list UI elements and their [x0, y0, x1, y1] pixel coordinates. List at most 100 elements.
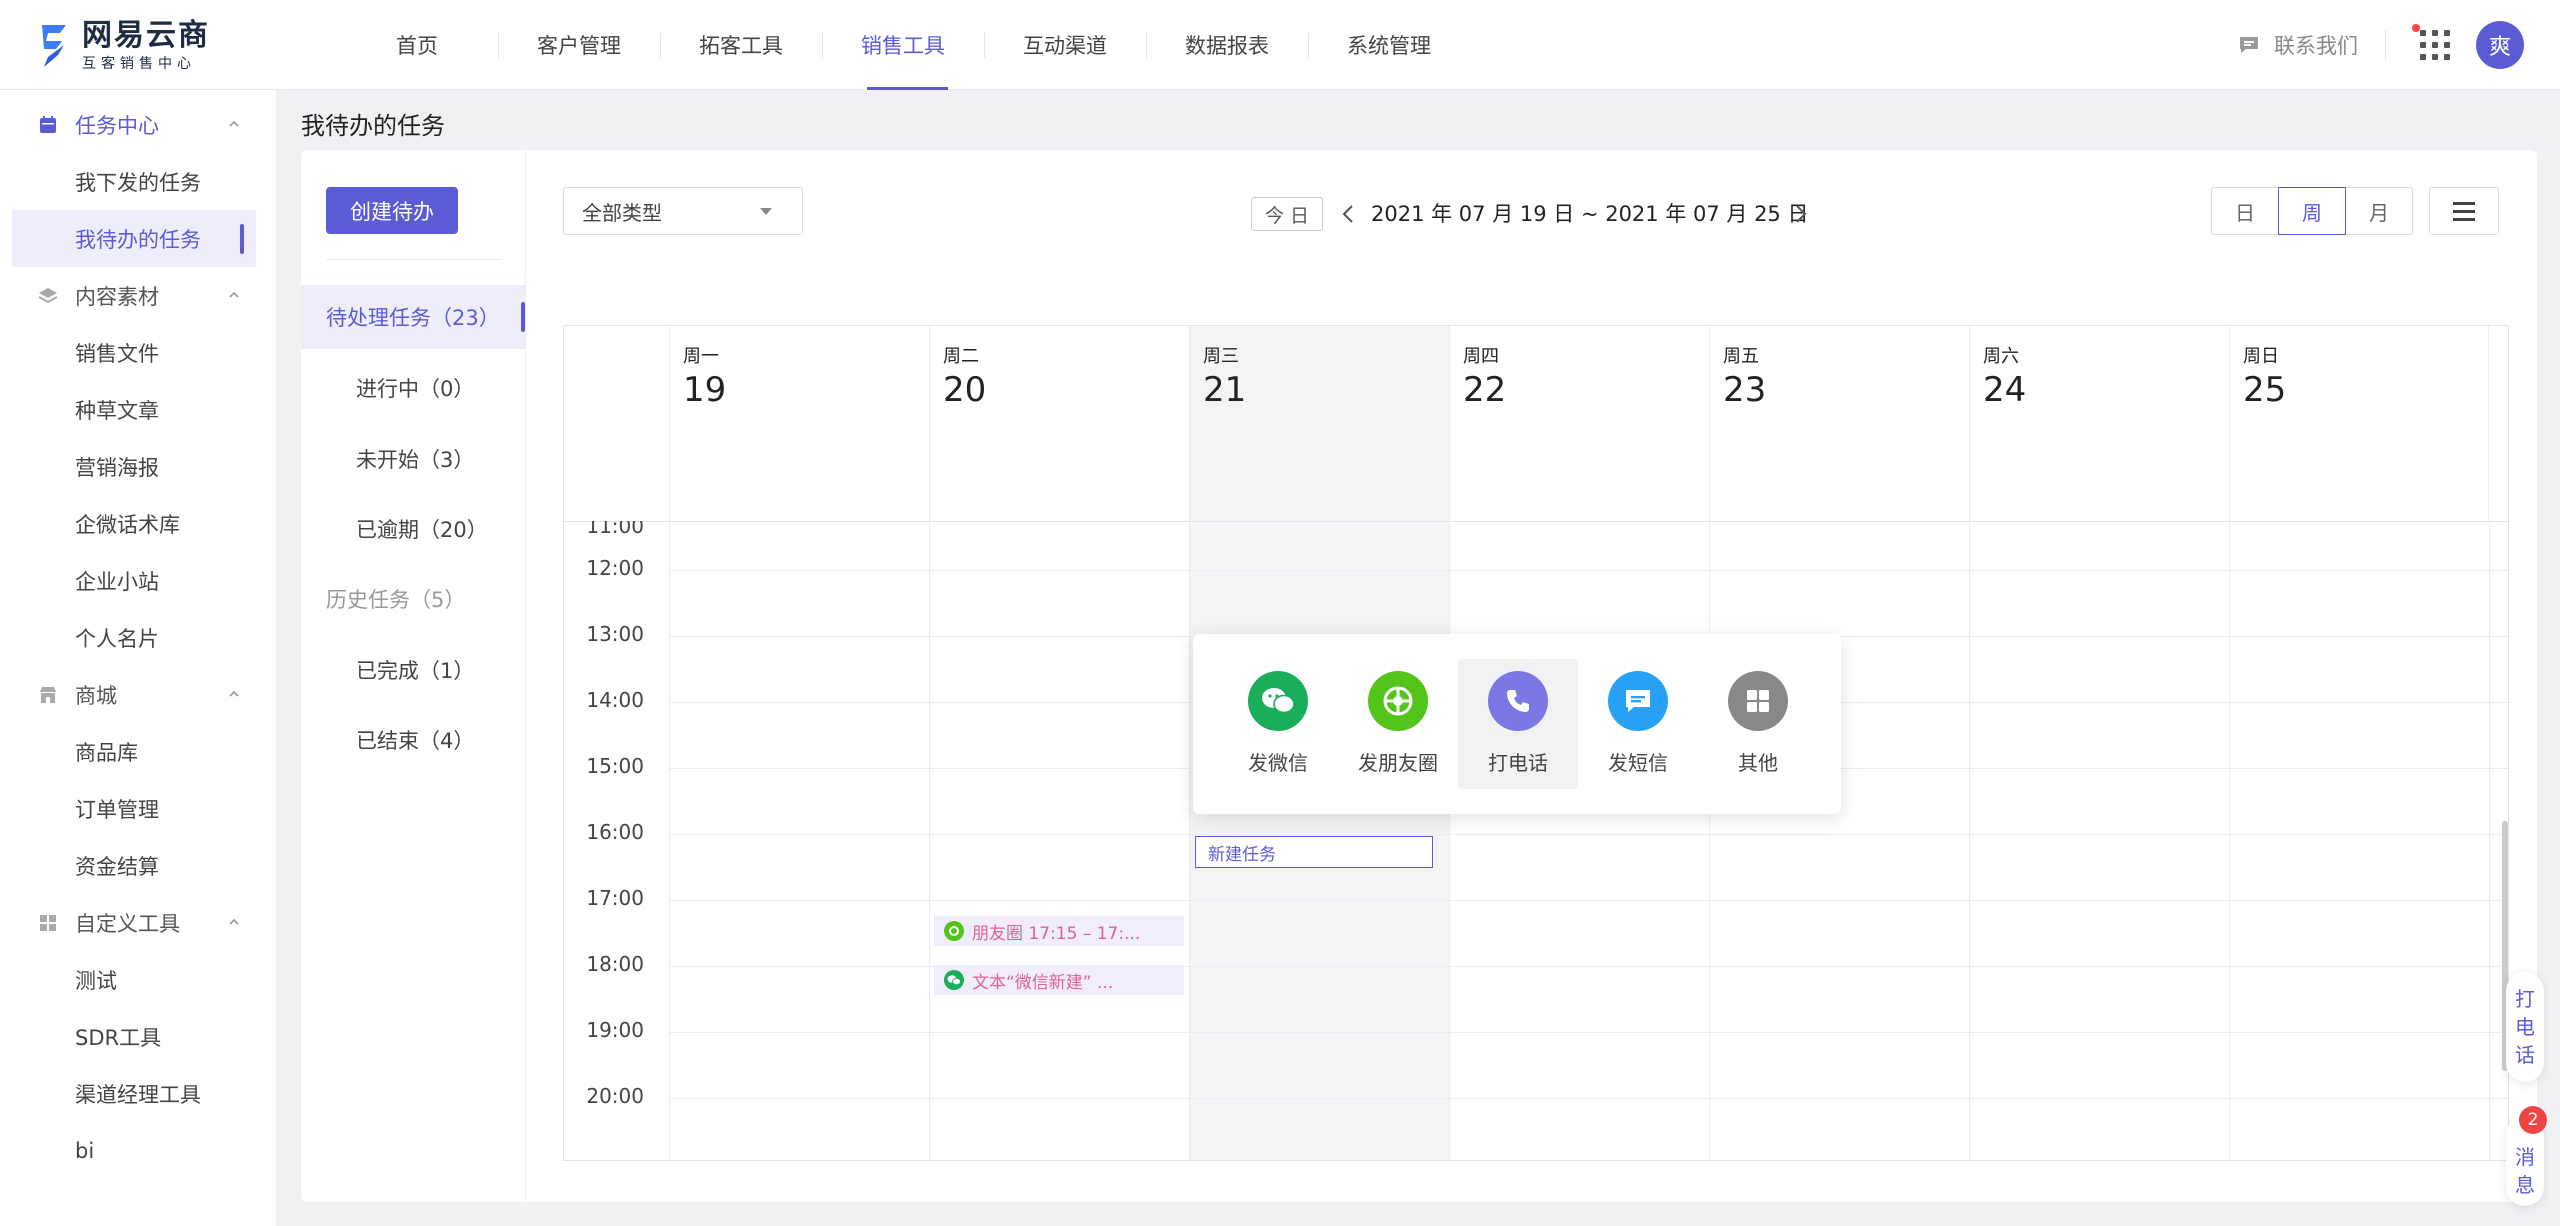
grid-column-line — [929, 521, 930, 1160]
time-label: 14:00 — [586, 688, 644, 712]
popup-item-label: 发短信 — [1608, 751, 1668, 775]
filter-pending-tasks[interactable]: 待处理任务（23） — [301, 285, 525, 349]
day-number: 25 — [2243, 370, 2287, 410]
weekday-label: 周二 — [943, 346, 979, 367]
sidebar-group-label: 内容素材 — [75, 284, 159, 309]
hour-line — [669, 570, 2508, 571]
time-label: 12:00 — [586, 556, 644, 580]
calendar-icon — [40, 115, 56, 133]
top-bar: 网易云商 互客销售中心 首页 客户管理 拓客工具 销售工具 互动渠道 数据报表 … — [0, 0, 2560, 90]
hour-line — [669, 1032, 2508, 1033]
calendar-event-wechat-text[interactable]: 文本“微信新建” ... — [934, 965, 1184, 995]
avatar[interactable]: 爽 — [2476, 21, 2524, 69]
filter-in-progress[interactable]: 进行中（0） — [301, 356, 525, 420]
float-msg-char: 息 — [2515, 1173, 2535, 1197]
float-call-char: 话 — [2515, 1043, 2535, 1067]
sidebar-item-product-library[interactable]: 商品库 — [0, 723, 276, 780]
today-button[interactable]: 今 日 — [1251, 197, 1323, 231]
time-label: 15:00 — [586, 754, 644, 778]
floating-call-button[interactable]: 打 电 话 — [2506, 972, 2544, 1082]
hour-line — [669, 900, 2508, 901]
popup-send-wechat[interactable]: 发微信 — [1218, 659, 1338, 789]
day-header-sun: 周日 25 — [2229, 326, 2489, 521]
filter-not-started[interactable]: 未开始（3） — [301, 427, 525, 491]
day-number: 23 — [1723, 370, 1767, 410]
grid-column-line — [1449, 521, 1450, 1160]
weekday-label: 周三 — [1203, 346, 1239, 367]
day-number: 24 — [1983, 370, 2027, 410]
sidebar-item-company-site[interactable]: 企业小站 — [0, 552, 276, 609]
moments-icon — [1368, 671, 1428, 731]
sidebar-item-issued-tasks[interactable]: 我下发的任务 — [0, 153, 276, 210]
sidebar-item-my-todo-tasks[interactable]: 我待办的任务 — [12, 210, 256, 267]
sidebar-item-bi[interactable]: bi — [0, 1122, 276, 1179]
page-title: 我待办的任务 — [301, 112, 445, 140]
task-type-select[interactable]: 全部类型 — [563, 187, 803, 235]
day-header-sat: 周六 24 — [1969, 326, 2229, 521]
logo-icon — [42, 25, 66, 67]
day-number: 21 — [1203, 370, 1247, 410]
calendar-event-moments[interactable]: 朋友圈 17:15 – 17:... — [934, 916, 1184, 946]
sidebar-item-business-card[interactable]: 个人名片 — [0, 609, 276, 666]
chevron-up-icon — [229, 120, 239, 127]
chevron-up-icon — [229, 690, 239, 697]
logo-title: 网易云商 — [82, 18, 210, 53]
grid-icon — [1728, 671, 1788, 731]
nav-prospecting-tools[interactable]: 拓客工具 — [660, 0, 822, 90]
view-week-button[interactable]: 周 — [2278, 187, 2346, 235]
logo-subtitle: 互客销售中心 — [82, 56, 196, 72]
popup-item-label: 发朋友圈 — [1358, 751, 1438, 775]
nav-customer-management[interactable]: 客户管理 — [498, 0, 660, 90]
sidebar-item-marketing-posters[interactable]: 营销海报 — [0, 438, 276, 495]
popup-post-moments[interactable]: 发朋友圈 — [1338, 659, 1458, 789]
popup-make-call[interactable]: 打电话 — [1458, 659, 1578, 789]
sidebar-item-order-management[interactable]: 订单管理 — [0, 780, 276, 837]
chevron-right-icon[interactable] — [1794, 204, 1808, 224]
chat-bubble-icon — [2240, 37, 2258, 53]
time-label: 17:00 — [586, 886, 644, 910]
apps-grid-icon[interactable] — [2420, 30, 2450, 60]
nav-system-management[interactable]: 系统管理 — [1308, 0, 1470, 90]
filter-ended[interactable]: 已结束（4） — [301, 708, 525, 772]
create-todo-button[interactable]: 创建待办 — [326, 187, 458, 234]
new-task-placeholder[interactable]: 新建任务 — [1195, 836, 1433, 868]
nav-data-reports[interactable]: 数据报表 — [1146, 0, 1308, 90]
sidebar-item-sdr-tools[interactable]: SDR工具 — [0, 1008, 276, 1065]
nav-sales-tools[interactable]: 销售工具 — [822, 0, 984, 90]
chevron-up-icon — [229, 918, 239, 925]
view-month-button[interactable]: 月 — [2345, 187, 2413, 235]
sidebar-item-test[interactable]: 测试 — [0, 951, 276, 1008]
sidebar-group-mall[interactable]: 商城 — [0, 666, 276, 723]
filter-completed[interactable]: 已完成（1） — [301, 638, 525, 702]
event-label: 朋友圈 17:15 – 17:... — [972, 923, 1141, 944]
hour-line — [669, 834, 2508, 835]
apps-icon — [40, 914, 56, 931]
layers-icon — [38, 287, 58, 303]
sidebar-item-wecom-scripts[interactable]: 企微话术库 — [0, 495, 276, 552]
nav-interactive-channels[interactable]: 互动渠道 — [984, 0, 1146, 90]
filter-overdue[interactable]: 已逾期（20） — [301, 497, 525, 561]
sidebar-item-sales-files[interactable]: 销售文件 — [0, 324, 276, 381]
view-day-button[interactable]: 日 — [2211, 187, 2279, 235]
sidebar-item-fund-settlement[interactable]: 资金结算 — [0, 837, 276, 894]
new-task-type-popup: 发微信 发朋友圈 打电话 发短信 其他 — [1193, 634, 1841, 814]
nav-home[interactable]: 首页 — [336, 0, 498, 90]
sidebar-item-seeding-articles[interactable]: 种草文章 — [0, 381, 276, 438]
grid-column-line — [669, 521, 670, 1160]
sidebar-group-content-materials[interactable]: 内容素材 — [0, 267, 276, 324]
list-view-icon[interactable] — [2429, 187, 2499, 235]
sidebar-item-channel-manager-tools[interactable]: 渠道经理工具 — [0, 1065, 276, 1122]
contact-us[interactable]: 联系我们 — [2238, 30, 2358, 60]
day-number: 22 — [1463, 370, 1507, 410]
popup-other[interactable]: 其他 — [1698, 659, 1818, 789]
sidebar: 任务中心 我下发的任务 我待办的任务 内容素材 销售文件 种草文章 营销海报 企… — [0, 90, 276, 1226]
logo[interactable]: 网易云商 互客销售中心 — [34, 18, 224, 74]
sidebar-group-custom-tools[interactable]: 自定义工具 — [0, 894, 276, 951]
sidebar-group-label: 自定义工具 — [75, 911, 180, 936]
filter-history-tasks[interactable]: 历史任务（5） — [301, 567, 525, 631]
day-header-thu: 周四 22 — [1449, 326, 1709, 521]
task-card: 创建待办 待处理任务（23） 进行中（0） 未开始（3） 已逾期（20） 历史任… — [301, 150, 2537, 1202]
popup-send-sms[interactable]: 发短信 — [1578, 659, 1698, 789]
sidebar-group-task-center[interactable]: 任务中心 — [0, 96, 276, 153]
chevron-left-icon[interactable] — [1341, 204, 1355, 224]
